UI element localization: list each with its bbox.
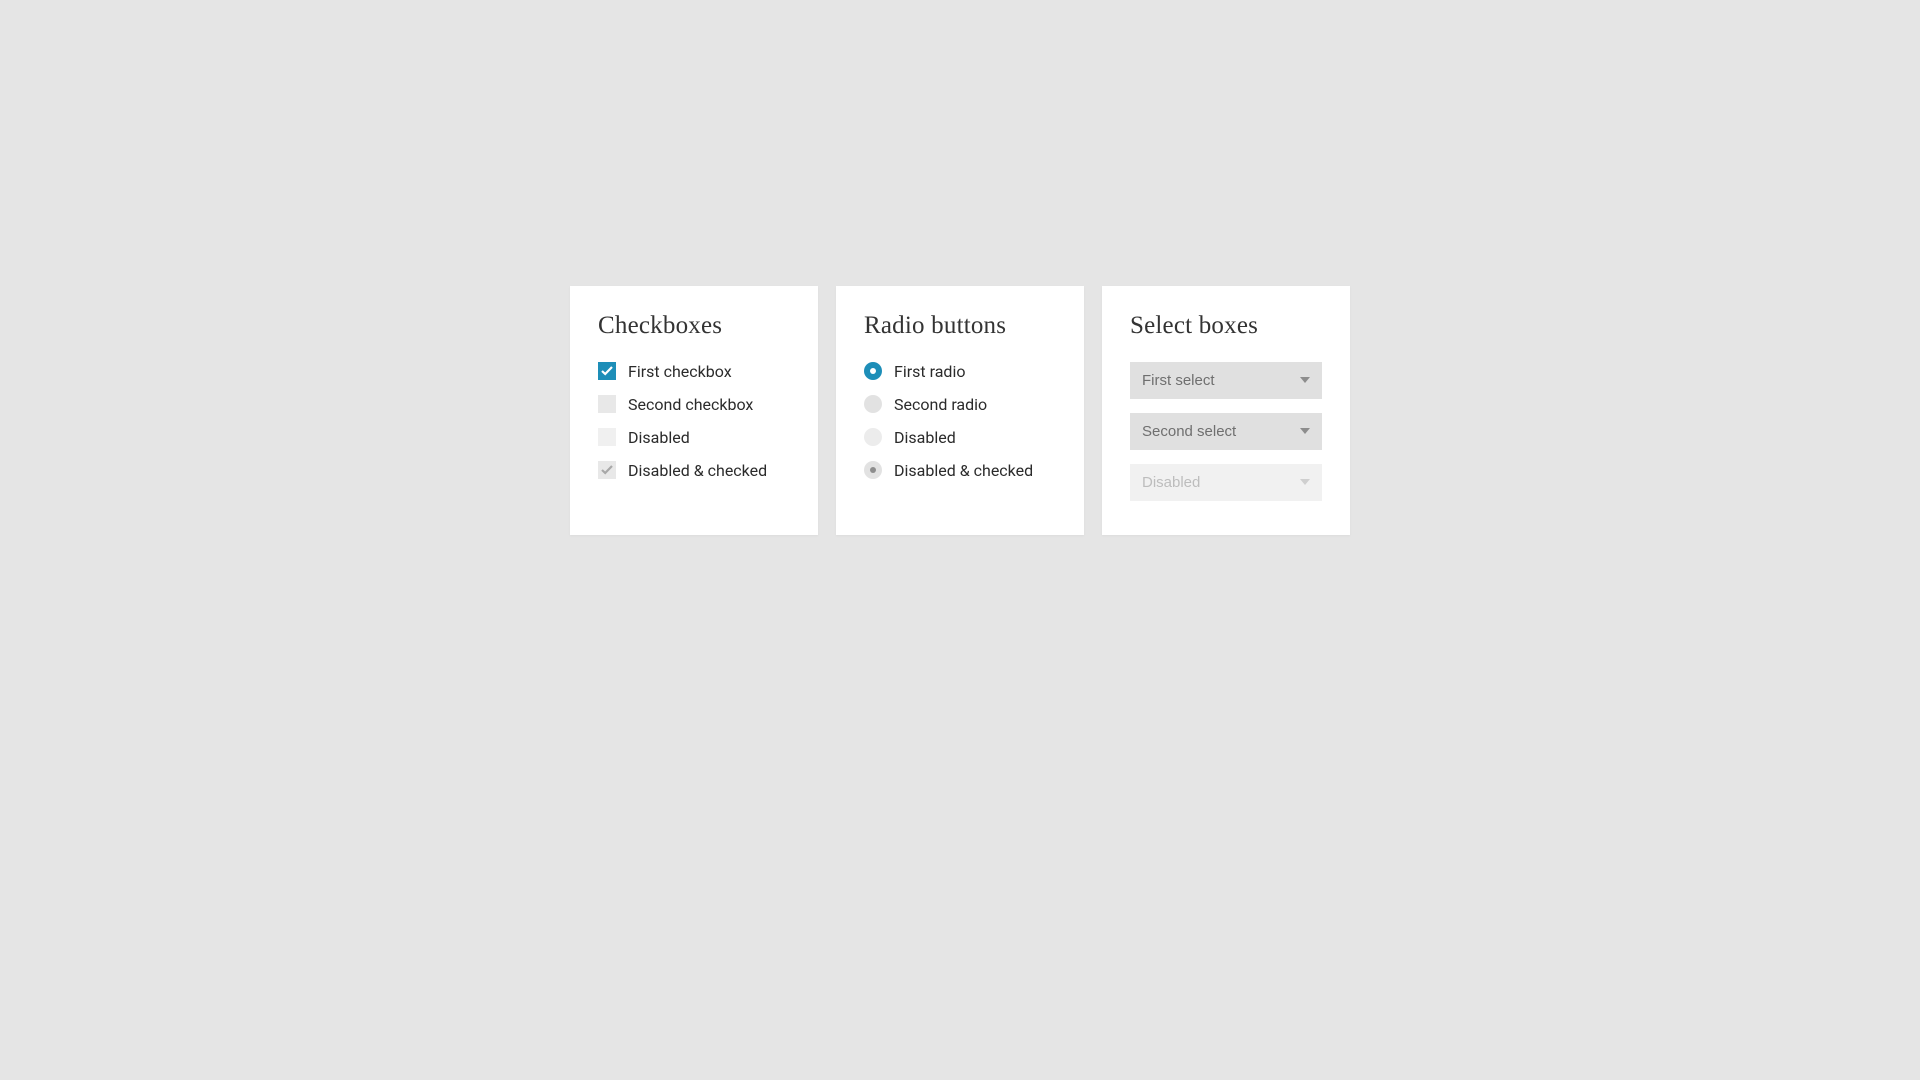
radio-row-disabled: Disabled xyxy=(864,428,1056,447)
chevron-down-icon xyxy=(1300,428,1310,434)
checkbox-label: Disabled xyxy=(628,428,690,447)
checkbox-icon[interactable] xyxy=(598,362,616,380)
radio-label: Disabled xyxy=(894,428,956,447)
radio-icon[interactable] xyxy=(864,362,882,380)
radio-icon[interactable] xyxy=(864,395,882,413)
radio-label: Second radio xyxy=(894,395,987,414)
radio-row-first[interactable]: First radio xyxy=(864,362,1056,381)
checkbox-label: First checkbox xyxy=(628,362,732,381)
chevron-down-icon xyxy=(1300,479,1310,485)
radios-card: Radio buttons First radio Second radio D… xyxy=(836,286,1084,535)
form-controls-showcase: Checkboxes First checkbox Second checkbo… xyxy=(570,286,1350,535)
select-disabled: Disabled xyxy=(1130,464,1322,501)
checkbox-row-disabled: Disabled xyxy=(598,428,790,447)
checkbox-label: Disabled & checked xyxy=(628,461,767,480)
radio-icon xyxy=(864,428,882,446)
select-value: First select xyxy=(1142,372,1215,389)
checkbox-icon xyxy=(598,428,616,446)
radio-row-second[interactable]: Second radio xyxy=(864,395,1056,414)
checkbox-row-disabled-checked: Disabled & checked xyxy=(598,461,790,480)
selects-title: Select boxes xyxy=(1130,312,1322,340)
select-value: Second select xyxy=(1142,423,1236,440)
select-value: Disabled xyxy=(1142,474,1200,491)
checkboxes-card: Checkboxes First checkbox Second checkbo… xyxy=(570,286,818,535)
checkbox-label: Second checkbox xyxy=(628,395,753,414)
radios-title: Radio buttons xyxy=(864,312,1056,340)
chevron-down-icon xyxy=(1300,377,1310,383)
checkbox-row-second[interactable]: Second checkbox xyxy=(598,395,790,414)
radio-label: First radio xyxy=(894,362,965,381)
checkbox-icon xyxy=(598,461,616,479)
radio-label: Disabled & checked xyxy=(894,461,1033,480)
select-second[interactable]: Second select xyxy=(1130,413,1322,450)
selects-card: Select boxes First select Second select … xyxy=(1102,286,1350,535)
radio-row-disabled-checked: Disabled & checked xyxy=(864,461,1056,480)
checkboxes-title: Checkboxes xyxy=(598,312,790,340)
checkbox-icon[interactable] xyxy=(598,395,616,413)
checkbox-row-first[interactable]: First checkbox xyxy=(598,362,790,381)
radio-icon xyxy=(864,461,882,479)
select-first[interactable]: First select xyxy=(1130,362,1322,399)
